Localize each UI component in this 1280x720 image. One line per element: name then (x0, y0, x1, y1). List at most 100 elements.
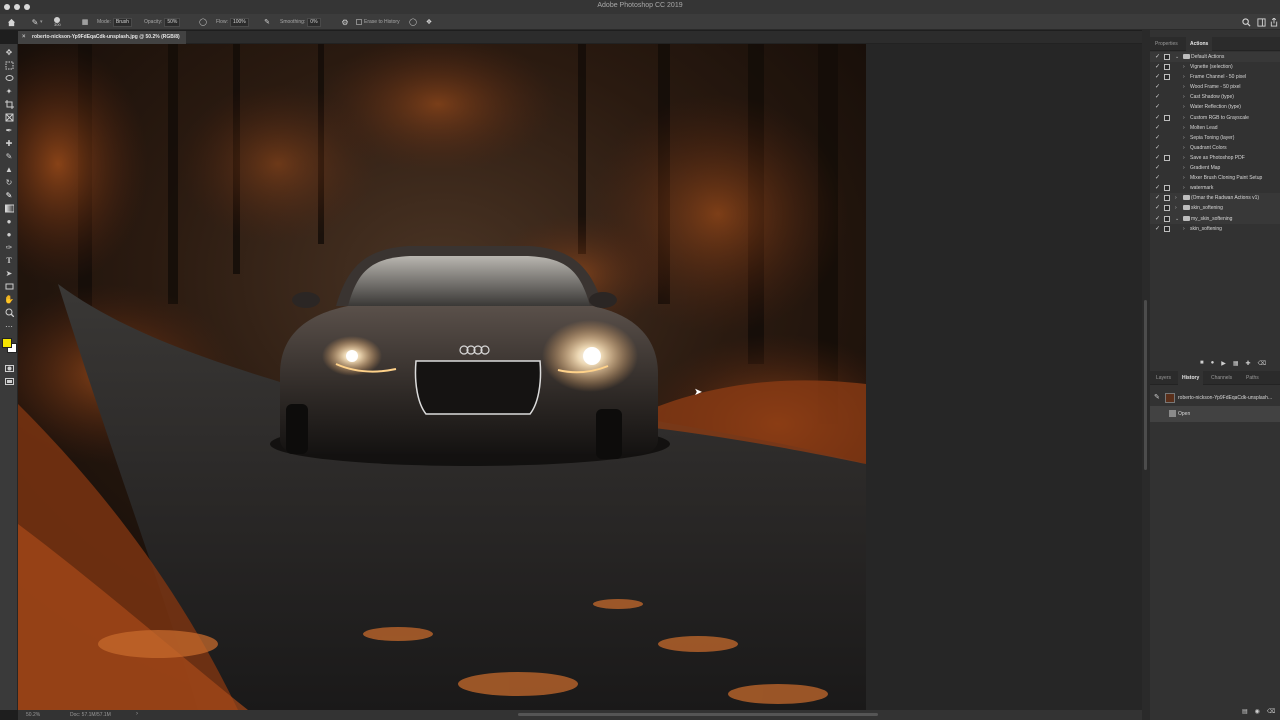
chevron-right-icon[interactable]: › (1183, 163, 1185, 173)
delete-icon[interactable]: ⌫ (1267, 708, 1275, 718)
marquee-tool[interactable] (3, 59, 15, 71)
action-row[interactable]: ✓ › watermark (1150, 183, 1280, 193)
brush-settings-button[interactable]: ▦ (80, 17, 90, 27)
airbrush-toggle[interactable]: ✎ (262, 17, 272, 27)
foreground-color-chip[interactable] (2, 338, 12, 348)
dialog-toggle-icon[interactable] (1164, 135, 1170, 141)
toggle-check-icon[interactable]: ✓ (1155, 123, 1160, 133)
tab-paths[interactable]: Paths (1242, 371, 1263, 385)
dialog-toggle-icon[interactable] (1164, 225, 1170, 232)
action-set-row[interactable]: ✓ › skin_softening (1150, 203, 1280, 214)
dialog-toggle-icon[interactable] (1164, 125, 1170, 131)
action-set-row[interactable]: ✓ › (Omar the Radwan Actions v1) (1150, 193, 1280, 204)
blur-tool[interactable]: ● (3, 215, 15, 227)
history-brush-tool[interactable]: ↻ (3, 176, 15, 188)
new-set-folder-icon[interactable]: ▦ (1233, 360, 1239, 370)
flow-field[interactable]: 100% (229, 17, 249, 27)
tab-channels[interactable]: Channels (1207, 371, 1236, 385)
chevron-right-icon[interactable]: › (1183, 143, 1185, 153)
action-set-row[interactable]: ✓ ⌄ my_skin_softening (1150, 213, 1280, 224)
move-tool[interactable]: ✥ (3, 46, 15, 58)
chevron-right-icon[interactable]: › (1183, 72, 1185, 82)
brush-tool[interactable]: ✎ (3, 150, 15, 162)
history-state[interactable]: Open (1150, 406, 1280, 422)
dialog-toggle-icon[interactable] (1164, 175, 1170, 181)
edit-toolbar-button[interactable]: ⋯ (3, 320, 15, 332)
dialog-toggle-icon[interactable] (1164, 145, 1170, 151)
pen-tool[interactable]: ✑ (3, 241, 15, 253)
history-brush-source-icon[interactable]: ✎ (1154, 393, 1160, 401)
chevron-right-icon[interactable]: › (1183, 133, 1185, 143)
toggle-check-icon[interactable]: ✓ (1155, 72, 1160, 82)
eyedropper-tool[interactable]: ✒ (3, 124, 15, 136)
action-row[interactable]: ✓ › Frame Channel - 50 pixel (1150, 72, 1280, 82)
workspace-button[interactable] (1257, 17, 1266, 27)
search-button[interactable] (1242, 17, 1251, 27)
toggle-check-icon[interactable]: ✓ (1155, 102, 1160, 112)
action-row[interactable]: ✓ › skin_softening (1150, 224, 1280, 234)
dialog-toggle-icon[interactable] (1164, 165, 1170, 171)
symmetry-button[interactable]: ❖ (424, 17, 434, 27)
chevron-right-icon[interactable]: › (1183, 62, 1185, 72)
dialog-toggle-icon[interactable] (1164, 104, 1170, 110)
toggle-check-icon[interactable]: ✓ (1155, 193, 1160, 203)
chevron-right-icon[interactable]: › (1175, 203, 1177, 213)
brush-preset-picker[interactable]: 300 (54, 17, 61, 27)
action-row[interactable]: ✓ › Mixer Brush Cloning Paint Setup (1150, 173, 1280, 183)
document-tab[interactable]: × roberto-nickson-Yp9FdEqaCdk-unsplash.j… (18, 31, 186, 44)
dialog-toggle-icon[interactable] (1164, 185, 1170, 192)
chevron-right-icon[interactable]: › (1183, 173, 1185, 183)
action-row[interactable]: ✓ › Cast Shadow (type) (1150, 92, 1280, 102)
toggle-check-icon[interactable]: ✓ (1155, 203, 1160, 213)
hand-tool[interactable]: ✋ (3, 293, 15, 305)
smoothing-options-button[interactable]: ⚙ (340, 17, 350, 27)
action-row[interactable]: ✓ › Water Reflection (type) (1150, 102, 1280, 112)
tab-properties[interactable]: Properties (1151, 37, 1182, 51)
chevron-right-icon[interactable]: › (1183, 224, 1185, 234)
toggle-check-icon[interactable]: ✓ (1155, 153, 1160, 163)
action-row[interactable]: ✓ › Vignette (selection) (1150, 62, 1280, 72)
chevron-right-icon[interactable]: › (1183, 183, 1185, 193)
toggle-check-icon[interactable]: ✓ (1155, 183, 1160, 193)
dialog-toggle-icon[interactable] (1164, 114, 1170, 121)
dialog-toggle-icon[interactable] (1164, 54, 1170, 60)
chevron-right-icon[interactable]: › (1183, 123, 1185, 133)
share-button[interactable] (1270, 17, 1278, 27)
status-menu-arrow-icon[interactable]: › (136, 711, 138, 717)
history-snapshot[interactable]: ✎ roberto-nickson-Yp9FdEqaCdk-unsplash..… (1150, 390, 1280, 406)
chevron-down-icon[interactable]: ⌄ (1175, 214, 1179, 224)
clone-stamp-tool[interactable]: ▲ (3, 163, 15, 175)
action-row[interactable]: ✓ › Sepia Toning (layer) (1150, 133, 1280, 143)
new-document-from-state-icon[interactable]: ▤ (1242, 708, 1248, 718)
mode-select[interactable]: Brush (112, 17, 132, 27)
dialog-toggle-icon[interactable] (1164, 74, 1170, 81)
camera-icon[interactable]: ◉ (1255, 708, 1260, 718)
tab-history[interactable]: History (1178, 371, 1204, 385)
chevron-right-icon[interactable]: › (1183, 102, 1185, 112)
dodge-tool[interactable]: ● (3, 228, 15, 240)
dialog-toggle-icon[interactable] (1164, 64, 1170, 71)
frame-tool[interactable] (3, 111, 15, 123)
action-row[interactable]: ✓ › Save as Photoshop PDF (1150, 153, 1280, 163)
chevron-right-icon[interactable]: › (1183, 153, 1185, 163)
quick-mask-button[interactable] (3, 362, 15, 374)
play-icon[interactable]: ▶ (1221, 360, 1226, 370)
size-pressure-toggle[interactable]: ◯ (408, 17, 418, 27)
toggle-check-icon[interactable]: ✓ (1155, 113, 1160, 123)
crop-tool[interactable] (3, 98, 15, 110)
dialog-toggle-icon[interactable] (1164, 94, 1170, 100)
gradient-tool[interactable] (3, 202, 15, 214)
chevron-down-icon[interactable]: ⌄ (1175, 52, 1179, 62)
toggle-check-icon[interactable]: ✓ (1155, 163, 1160, 173)
document-image[interactable]: ➤ (18, 44, 866, 710)
dialog-toggle-icon[interactable] (1164, 205, 1170, 212)
new-action-icon[interactable]: ✚ (1246, 360, 1251, 370)
dialog-toggle-icon[interactable] (1164, 195, 1170, 202)
canvas-area[interactable]: ➤ (18, 44, 1142, 710)
smoothing-field[interactable]: 0% (307, 17, 321, 27)
action-row[interactable]: ✓ › Quadrant Colors (1150, 143, 1280, 153)
type-tool[interactable]: T (3, 254, 15, 266)
toggle-check-icon[interactable]: ✓ (1155, 62, 1160, 72)
chevron-right-icon[interactable]: › (1183, 113, 1185, 123)
tool-preset-picker[interactable]: ✎ ▾ (30, 17, 43, 27)
